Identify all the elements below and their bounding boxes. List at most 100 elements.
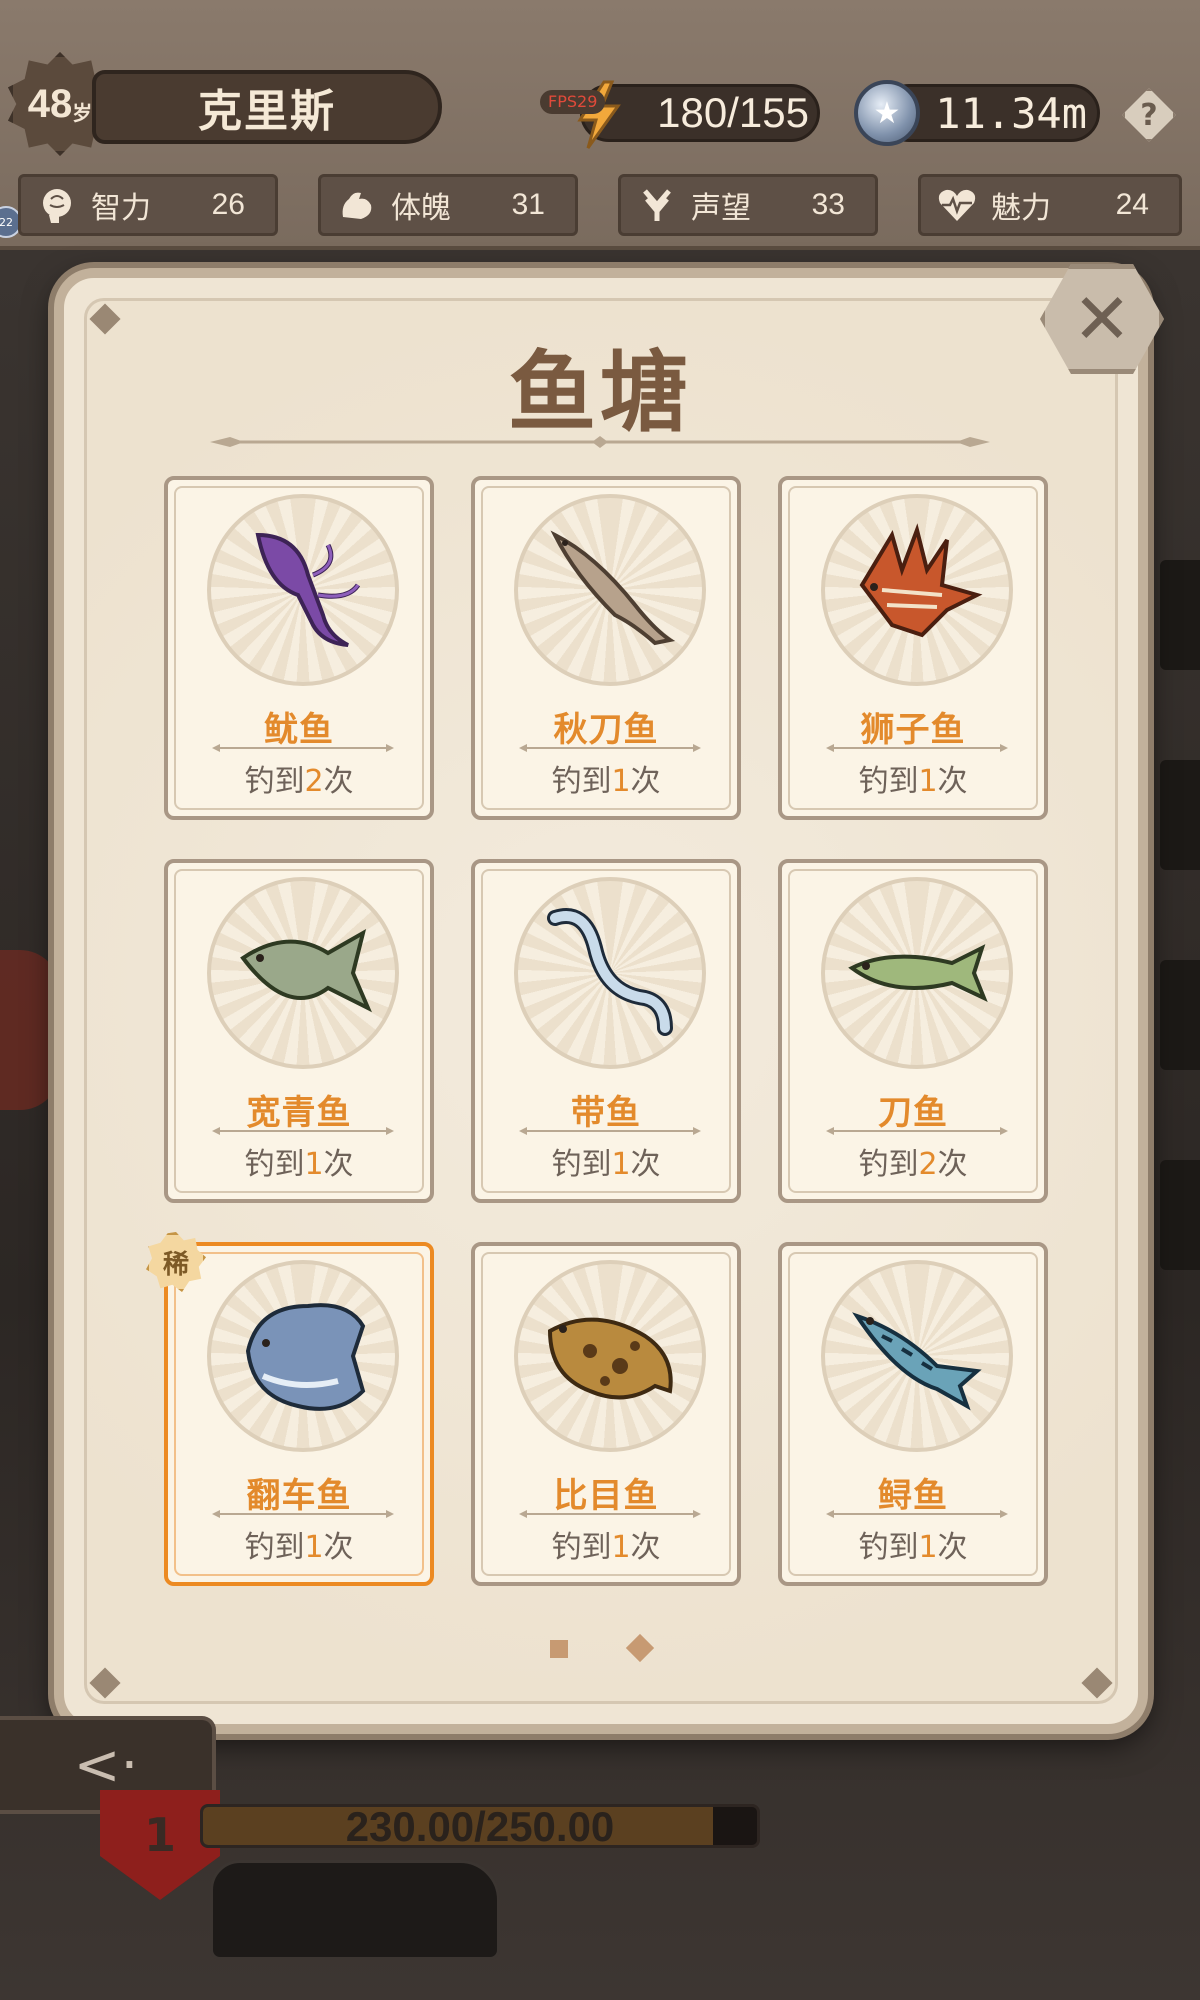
stat-value: 33: [811, 188, 845, 221]
stat-label: 声望: [691, 191, 751, 226]
side-panel-edge: [1160, 560, 1200, 670]
stat-value: 31: [511, 188, 545, 221]
stat-reputation[interactable]: 声望 33: [618, 174, 878, 236]
page-dot-current[interactable]: [550, 1640, 568, 1658]
name-divider: [212, 1510, 394, 1518]
catch-prefix: 钓到: [858, 764, 919, 799]
silver-coin-icon: ★: [854, 80, 920, 146]
catch-suffix: 次: [323, 1147, 354, 1182]
catch-count: 钓到1次: [168, 1522, 430, 1566]
lionfish-icon: [859, 523, 983, 638]
knifefish-icon: [848, 944, 988, 1002]
fish-image-frame: [821, 877, 1013, 1069]
bream-icon: [240, 928, 372, 1013]
fish-card[interactable]: 鱿鱼 钓到2次: [164, 476, 434, 820]
catch-prefix: 钓到: [551, 764, 612, 799]
catch-number: 1: [611, 1530, 631, 1565]
saury-icon: [550, 530, 676, 646]
health-bar: 230.00/250.00: [200, 1804, 760, 1848]
name-divider: [212, 744, 394, 752]
catch-count: 钓到1次: [475, 1139, 737, 1183]
fish-card[interactable]: 狮子鱼 钓到1次: [778, 476, 1048, 820]
background-decoration: [0, 950, 60, 1110]
catch-suffix: 次: [937, 764, 968, 799]
level-value: 1: [143, 1808, 176, 1862]
catch-prefix: 钓到: [244, 1147, 305, 1182]
fps-indicator: FPS29: [540, 90, 606, 114]
catch-count: 钓到1次: [782, 1522, 1044, 1566]
catch-prefix: 钓到: [858, 1147, 919, 1182]
stat-label: 体魄: [391, 191, 451, 226]
back-arrow-icon: <·: [73, 1732, 139, 1798]
fish-card[interactable]: 鲟鱼 钓到1次: [778, 1242, 1048, 1586]
catch-count: 钓到1次: [168, 1139, 430, 1183]
fish-card[interactable]: 刀鱼 钓到2次: [778, 859, 1048, 1203]
catch-suffix: 次: [937, 1530, 968, 1565]
fish-image-frame: [207, 1260, 399, 1452]
fish-card[interactable]: 秋刀鱼 钓到1次: [471, 476, 741, 820]
catch-suffix: 次: [323, 1530, 354, 1565]
character-name: 克里斯: [92, 70, 442, 144]
sunfish-icon: [245, 1303, 366, 1411]
stat-label: 魅力: [991, 191, 1051, 226]
catch-prefix: 钓到: [858, 1530, 919, 1565]
name-divider: [826, 1127, 1008, 1135]
catch-prefix: 钓到: [244, 764, 305, 799]
name-divider: [519, 1510, 701, 1518]
help-button[interactable]: ?: [1122, 88, 1176, 142]
muscle-icon: [335, 183, 379, 227]
catch-number: 2: [918, 1147, 938, 1182]
fish-image-frame: [514, 494, 706, 686]
name-divider: [826, 744, 1008, 752]
brain-icon: [35, 183, 79, 227]
title-divider: [210, 436, 990, 448]
ribbonfish-icon: [547, 908, 673, 1036]
stat-physique[interactable]: 体魄 31: [318, 174, 578, 236]
catch-suffix: 次: [630, 1147, 661, 1182]
fish-image-frame: [207, 877, 399, 1069]
catch-number: 1: [611, 764, 631, 799]
age-value: 48: [27, 81, 73, 126]
fish-card-selected[interactable]: 稀 翻车鱼 钓到1次: [146, 1232, 434, 1586]
health-text: 230.00/250.00: [345, 1804, 615, 1848]
squid-icon: [255, 532, 361, 647]
catch-number: 1: [918, 764, 938, 799]
stat-intelligence[interactable]: 智力 26: [18, 174, 278, 236]
top-status-bar: 48 岁 克里斯 180/155 FPS29 11.34m ★ ? 22 智力 2…: [0, 0, 1200, 250]
catch-count: 钓到2次: [782, 1139, 1044, 1183]
catch-suffix: 次: [630, 764, 661, 799]
catch-count: 钓到2次: [168, 756, 430, 800]
catch-number: 1: [304, 1147, 324, 1182]
energy-value: 180/155: [657, 89, 809, 136]
fish-image-frame: [207, 494, 399, 686]
catch-number: 1: [918, 1530, 938, 1565]
fish-grid: 鱿鱼 钓到2次 秋刀鱼 钓到1次 狮子鱼 钓到1次 宽青鱼 钓到1次 带鱼 钓到…: [146, 476, 1048, 1586]
catch-prefix: 钓到: [551, 1530, 612, 1565]
heart-pulse-icon: [935, 183, 979, 227]
fish-card[interactable]: 带鱼 钓到1次: [471, 859, 741, 1203]
fish-card[interactable]: 宽青鱼 钓到1次: [164, 859, 434, 1203]
side-panel-edge: [1160, 1160, 1200, 1270]
page-dot-next[interactable]: [625, 1633, 655, 1663]
catch-number: 2: [304, 764, 324, 799]
catch-number: 1: [611, 1147, 631, 1182]
fish-image-frame: [821, 1260, 1013, 1452]
catch-prefix: 钓到: [551, 1147, 612, 1182]
stat-row: 智力 26 体魄 31 声望 33 魅力 24: [0, 174, 1200, 236]
catch-suffix: 次: [937, 1147, 968, 1182]
stat-value: 26: [211, 188, 245, 221]
age-unit: 岁: [72, 102, 93, 125]
catch-count: 钓到1次: [475, 756, 737, 800]
stat-value: 24: [1115, 188, 1149, 221]
stat-label: 智力: [91, 191, 151, 226]
catch-count: 钓到1次: [782, 756, 1044, 800]
sturgeon-icon: [852, 1312, 982, 1411]
name-divider: [519, 1127, 701, 1135]
fish-card[interactable]: 比目鱼 钓到1次: [471, 1242, 741, 1586]
coin-value: 11.34m: [935, 88, 1087, 138]
catch-prefix: 钓到: [244, 1530, 305, 1565]
stat-charm[interactable]: 魅力 24: [918, 174, 1182, 236]
page-indicator: [0, 1633, 1200, 1664]
catch-number: 1: [304, 1530, 324, 1565]
name-divider: [519, 744, 701, 752]
